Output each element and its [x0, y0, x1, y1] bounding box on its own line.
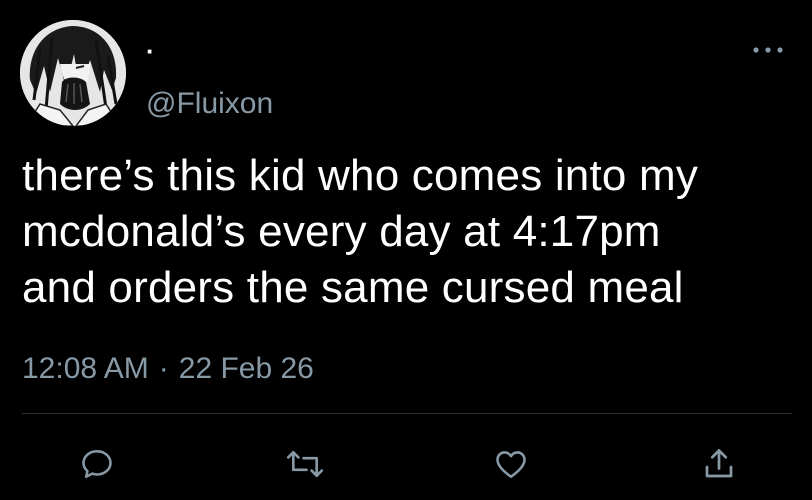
retweet-arrows-icon — [286, 450, 324, 478]
retweet-button[interactable] — [283, 442, 327, 486]
meta-separator: · — [158, 352, 169, 385]
tweet-card: · @Fluixon there’s this kid who comes in… — [0, 0, 812, 500]
more-options-button[interactable] — [748, 40, 788, 60]
tweet-text: there’s this kid who comes into my mcdon… — [22, 151, 699, 312]
tweet-timestamp[interactable]: 12:08 AM · 22 Feb 26 — [22, 349, 314, 389]
user-handle[interactable]: @Fluixon — [146, 86, 273, 122]
share-button[interactable] — [697, 442, 741, 486]
tweet-time: 12:08 AM — [22, 352, 149, 385]
share-upload-icon — [705, 449, 733, 478]
divider — [22, 413, 792, 414]
avatar[interactable] — [20, 20, 126, 126]
like-button[interactable] — [489, 442, 533, 486]
display-name[interactable]: · — [146, 36, 155, 66]
tweet-date: 22 Feb 26 — [178, 352, 314, 385]
avatar-image — [20, 20, 126, 126]
heart-icon — [496, 451, 526, 479]
more-horizontal-icon — [753, 47, 783, 53]
speech-bubble-icon — [82, 449, 112, 479]
reply-button[interactable] — [75, 442, 119, 486]
